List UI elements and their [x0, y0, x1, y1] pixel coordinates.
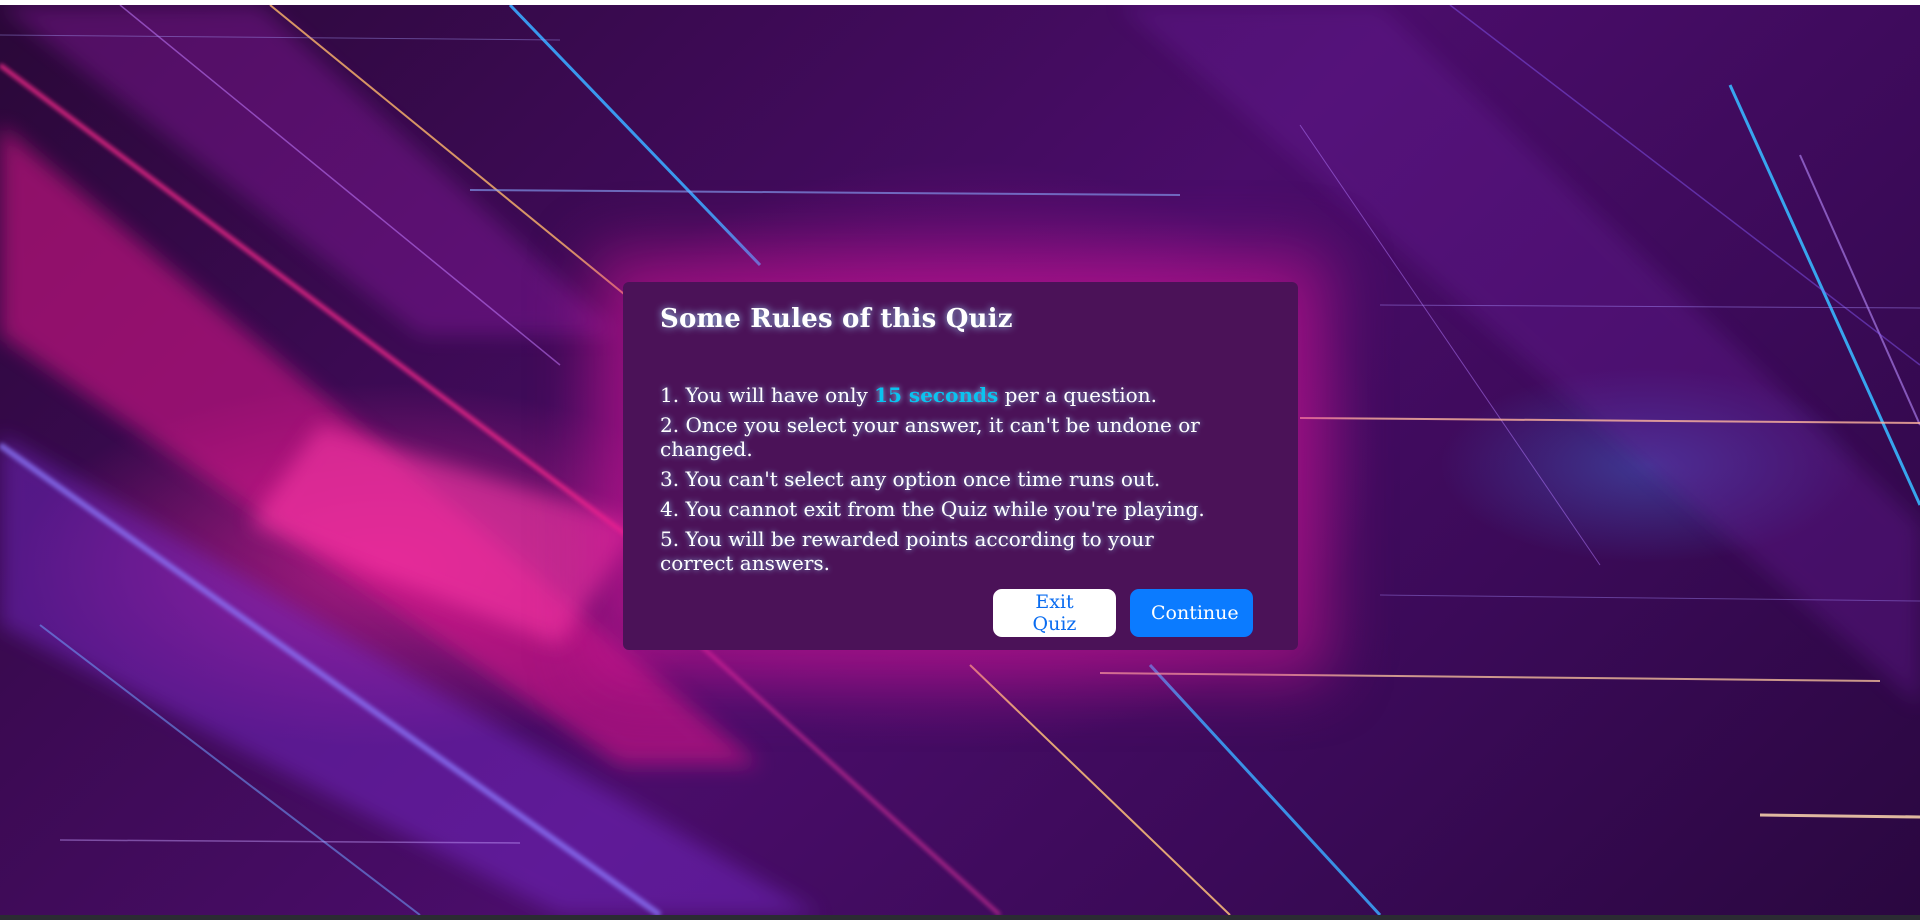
rule-item-3: 3. You can't select any option once time…	[660, 467, 1260, 491]
rule-item-2: 2. Once you select your answer, it can't…	[660, 413, 1260, 461]
time-limit-highlight: 15 seconds	[874, 383, 999, 407]
continue-button[interactable]: Continue	[1130, 589, 1253, 637]
rule-text: per a question.	[1004, 383, 1157, 407]
rule-text: You cannot exit from the Quiz while you'…	[685, 497, 1205, 521]
rule-text: Once you select your answer, it can't be…	[660, 413, 1200, 461]
rule-text: You can't select any option once time ru…	[685, 467, 1161, 491]
rule-text: You will be rewarded points according to…	[660, 527, 1154, 575]
quiz-rules-dialog: Some Rules of this Quiz 1. You will have…	[623, 282, 1298, 650]
rule-item-1: 1. You will have only 15 seconds per a q…	[660, 383, 1260, 407]
quiz-background: Some Rules of this Quiz 1. You will have…	[0, 5, 1920, 915]
rule-item-5: 5. You will be rewarded points according…	[660, 527, 1220, 575]
rule-text: You will have only	[685, 383, 868, 407]
rule-number: 1.	[660, 383, 680, 407]
rules-list: 1. You will have only 15 seconds per a q…	[660, 383, 1260, 575]
bottom-edge	[0, 915, 1920, 920]
rule-number: 2.	[660, 413, 680, 437]
exit-quiz-button[interactable]: Exit Quiz	[993, 589, 1116, 637]
rule-number: 3.	[660, 467, 680, 491]
dialog-actions: Exit Quiz Continue	[993, 589, 1253, 637]
rule-number: 5.	[660, 527, 680, 551]
dialog-title: Some Rules of this Quiz	[660, 304, 1013, 334]
rule-number: 4.	[660, 497, 680, 521]
rule-item-4: 4. You cannot exit from the Quiz while y…	[660, 497, 1260, 521]
